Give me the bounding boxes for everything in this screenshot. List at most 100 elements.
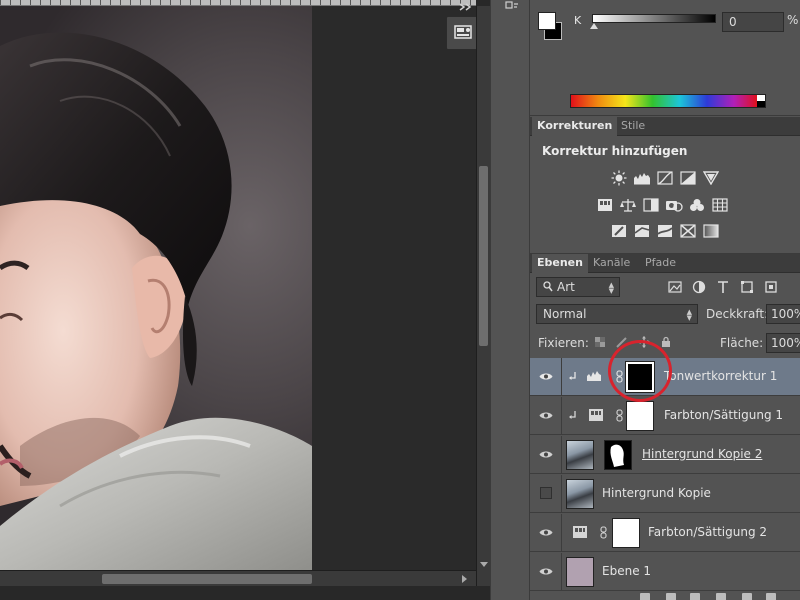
hue-saturation-layer-icon xyxy=(589,409,603,421)
layer-mask-thumbnail[interactable] xyxy=(612,518,640,548)
vertical-scrollbar[interactable] xyxy=(476,6,490,586)
link-layers-icon[interactable] xyxy=(640,593,650,600)
exposure-icon[interactable] xyxy=(679,170,697,186)
tab-pfade[interactable]: Pfade xyxy=(640,254,681,273)
annotation-circle xyxy=(608,340,672,402)
tab-ebenen[interactable]: Ebenen xyxy=(532,254,588,273)
color-lookup-icon[interactable] xyxy=(711,197,729,213)
visibility-toggle[interactable] xyxy=(530,475,562,513)
properties-dock-button[interactable] xyxy=(446,16,480,50)
layers-panel: Ebenen Kanäle Pfade Art ▲ ▼ Normal ▲ ▼ Dec… xyxy=(530,253,800,600)
blend-mode-select[interactable]: Normal ▲ ▼ xyxy=(536,304,698,324)
layer-row-farbton-saettigung-1[interactable]: Farbton/Sättigung 1 xyxy=(530,397,800,435)
shape-filter-icon[interactable] xyxy=(740,280,754,294)
blend-mode-value: Normal xyxy=(543,307,587,321)
adjustment-icons-row-1 xyxy=(610,170,720,186)
new-group-icon[interactable] xyxy=(742,593,752,600)
layer-name[interactable]: Ebene 1 xyxy=(602,564,651,578)
black-white-swatch[interactable] xyxy=(757,95,765,107)
layer-thumbnail[interactable] xyxy=(566,440,594,470)
mask-link-icon[interactable] xyxy=(616,409,623,422)
layer-filter-value: Art xyxy=(557,280,575,294)
new-adjustment-icon[interactable] xyxy=(716,593,726,600)
photo-filter-icon[interactable] xyxy=(665,197,683,213)
layer-list: Tonwertkorrektur 1 Farbton/Sättigung 1 H… xyxy=(530,358,800,600)
visibility-toggle[interactable] xyxy=(530,514,562,552)
opacity-label: Deckkraft: xyxy=(706,307,769,321)
hidden-visibility-box xyxy=(540,487,552,499)
layer-name[interactable]: Hintergrund Kopie xyxy=(602,486,711,500)
layer-row-farbton-saettigung-2[interactable]: Farbton/Sättigung 2 xyxy=(530,514,800,552)
type-filter-icon[interactable] xyxy=(716,280,730,294)
layer-name[interactable]: Tonwertkorrektur 1 xyxy=(664,369,777,383)
panel-dock-column xyxy=(490,0,530,600)
color-balance-icon[interactable] xyxy=(619,197,637,213)
visibility-toggle[interactable] xyxy=(530,397,562,435)
scroll-right-arrow-icon[interactable] xyxy=(462,575,467,583)
document-canvas-area[interactable] xyxy=(0,0,490,600)
k-value-input[interactable]: 0 xyxy=(722,12,784,32)
new-layer-icon[interactable] xyxy=(766,593,776,600)
scroll-down-arrow-icon[interactable] xyxy=(480,562,488,567)
lock-transparency-icon[interactable] xyxy=(594,336,606,348)
layer-mask-thumbnail[interactable] xyxy=(604,440,632,470)
color-spectrum-ramp[interactable] xyxy=(570,94,766,108)
layer-thumbnail[interactable] xyxy=(566,479,594,509)
layer-style-icon[interactable] xyxy=(666,593,676,600)
visibility-toggle[interactable] xyxy=(530,358,562,396)
fill-input[interactable]: 100% xyxy=(766,333,800,353)
silhouette-mask-shape xyxy=(610,444,624,467)
horizontal-scroll-thumb[interactable] xyxy=(102,574,312,584)
k-channel-slider[interactable] xyxy=(592,14,716,23)
invert-icon[interactable] xyxy=(610,223,628,239)
layer-name[interactable]: Farbton/Sättigung 1 xyxy=(664,408,783,422)
channel-label: K xyxy=(574,14,582,27)
mask-link-icon[interactable] xyxy=(600,526,607,539)
right-panel-stack: K 0 % Korrekturen Stile Korrektur hinzuf… xyxy=(530,0,800,600)
eye-icon xyxy=(539,568,553,575)
history-panel-button[interactable] xyxy=(503,0,521,18)
smart-object-filter-icon[interactable] xyxy=(764,280,778,294)
tab-kanaele[interactable]: Kanäle xyxy=(588,254,635,273)
add-mask-icon[interactable] xyxy=(690,593,700,600)
eye-icon xyxy=(539,412,553,419)
curves-icon[interactable] xyxy=(656,170,674,186)
tab-stile[interactable]: Stile xyxy=(616,117,650,136)
gradient-map-icon[interactable] xyxy=(702,223,720,239)
portrait-illustration xyxy=(0,32,312,570)
layer-name[interactable]: Farbton/Sättigung 2 xyxy=(648,525,767,539)
search-icon xyxy=(543,281,553,292)
posterize-icon[interactable] xyxy=(633,223,651,239)
k-slider-handle[interactable] xyxy=(590,23,598,29)
visibility-toggle[interactable] xyxy=(530,553,562,591)
visibility-toggle[interactable] xyxy=(530,436,562,474)
channel-mixer-icon[interactable] xyxy=(688,197,706,213)
hue-saturation-icon[interactable] xyxy=(596,197,614,213)
adjustments-tabbar: Korrekturen Stile xyxy=(530,117,800,136)
foreground-color-swatch[interactable] xyxy=(538,12,556,30)
brightness-contrast-icon[interactable] xyxy=(610,170,628,186)
vertical-scroll-thumb[interactable] xyxy=(479,166,488,346)
layer-name[interactable]: Hintergrund Kopie 2 xyxy=(642,447,762,461)
fill-label: Fläche: xyxy=(720,336,764,350)
eye-icon xyxy=(539,373,553,380)
selective-color-icon[interactable] xyxy=(679,223,697,239)
eye-icon xyxy=(539,529,553,536)
layer-thumbnail[interactable] xyxy=(566,557,594,587)
layer-filter-select[interactable]: Art ▲ ▼ xyxy=(536,277,620,297)
layer-row-hintergrund-kopie[interactable]: Hintergrund Kopie xyxy=(530,475,800,513)
black-white-icon[interactable] xyxy=(642,197,660,213)
layer-mask-thumbnail[interactable] xyxy=(626,401,654,431)
adjustment-filter-icon[interactable] xyxy=(692,280,706,294)
portrait-photo[interactable] xyxy=(0,6,312,570)
opacity-input[interactable]: 100% xyxy=(766,304,800,324)
vibrance-icon[interactable] xyxy=(702,170,720,186)
layer-row-ebene-1[interactable]: Ebene 1 xyxy=(530,553,800,591)
layer-row-hintergrund-kopie-2[interactable]: Hintergrund Kopie 2 xyxy=(530,436,800,474)
pixel-filter-icon[interactable] xyxy=(668,280,682,294)
lock-all-icon[interactable] xyxy=(660,336,672,348)
levels-icon[interactable] xyxy=(633,170,651,186)
tab-korrekturen[interactable]: Korrekturen xyxy=(532,117,618,136)
threshold-icon[interactable] xyxy=(656,223,674,239)
horizontal-scrollbar[interactable] xyxy=(0,570,476,586)
